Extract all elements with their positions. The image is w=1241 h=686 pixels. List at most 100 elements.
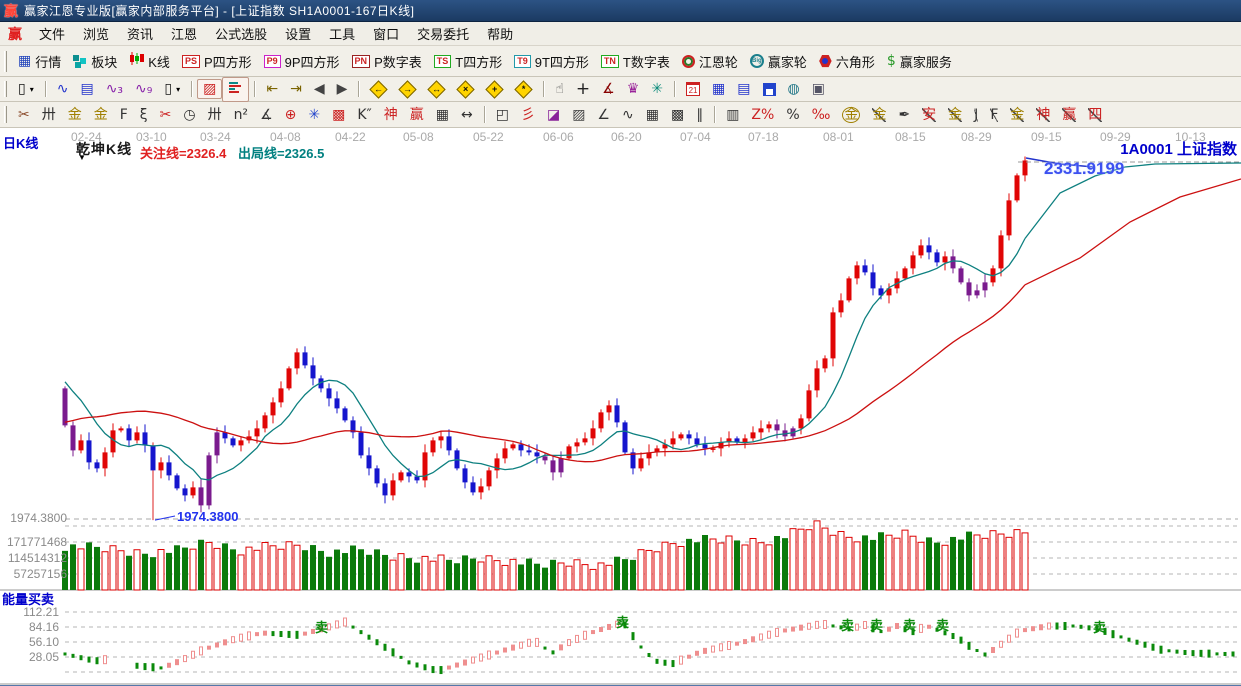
kline-chart-canvas[interactable] bbox=[0, 128, 1241, 686]
menu-item-window[interactable]: 窗口 bbox=[364, 22, 408, 45]
an-angle-tool-button[interactable]: 安 bbox=[916, 105, 942, 125]
gold-circle-tool-button[interactable]: 金 bbox=[836, 104, 866, 126]
t-square-button[interactable]: TST四方形 bbox=[428, 49, 508, 74]
gann-arrow-all-button[interactable]: * bbox=[509, 80, 538, 99]
speed-fan-tool-button[interactable]: ◪ bbox=[541, 105, 566, 125]
p-number-table-button[interactable]: PNP数字表 bbox=[346, 49, 428, 74]
gann-arrow-cross-button[interactable]: × bbox=[451, 80, 480, 99]
calendar-tool-button[interactable]: 21 bbox=[680, 79, 706, 99]
menu-item-gann[interactable]: 江恩 bbox=[162, 22, 206, 45]
wave-3-button[interactable]: ∿₃ bbox=[100, 79, 129, 99]
trend-angle-tool-button[interactable]: ∠ bbox=[591, 105, 616, 125]
workstation-tool-button[interactable]: ▣ bbox=[806, 79, 831, 99]
last-page-button[interactable]: ⇥ bbox=[284, 79, 308, 99]
star-rays-tool-button[interactable]: ✳ bbox=[302, 105, 326, 125]
width-measure-tool-button[interactable]: ↔ bbox=[455, 105, 479, 125]
network-tool-button[interactable]: ◍ bbox=[782, 79, 806, 99]
gold-angle-2-tool-button[interactable]: 金 bbox=[1004, 105, 1030, 125]
square-grid-2-tool-button[interactable]: ▩ bbox=[665, 105, 690, 125]
prev-page-button[interactable]: ◀ bbox=[308, 79, 331, 99]
shen-angle-tool-button[interactable]: 神 bbox=[1030, 105, 1056, 125]
child-window-icon[interactable]: 赢 bbox=[8, 24, 22, 44]
menu-item-settings[interactable]: 设置 bbox=[276, 22, 320, 45]
gold-grid-2-tool-button[interactable]: 金 bbox=[88, 105, 114, 125]
menu-item-formula-select[interactable]: 公式选股 bbox=[206, 22, 276, 45]
info-panel-button[interactable]: ▤ bbox=[74, 79, 99, 99]
menu-item-tools[interactable]: 工具 bbox=[320, 22, 364, 45]
ying-grid-tool-button[interactable]: 赢 bbox=[404, 105, 430, 125]
gold-line-tool-button[interactable]: 金 bbox=[866, 105, 892, 125]
j-angle-tool-button[interactable]: J bbox=[968, 105, 984, 125]
sectors-button[interactable]: 板块 bbox=[67, 49, 123, 74]
t-number-table-button[interactable]: TNT数字表 bbox=[595, 49, 676, 74]
gann-wheel-button[interactable]: 江恩轮 bbox=[676, 49, 744, 74]
shen-grid-tool-button[interactable]: 神 bbox=[378, 105, 404, 125]
winner-wheel-button[interactable]: Big赢家轮 bbox=[744, 49, 813, 74]
distribution-histogram-button[interactable] bbox=[222, 77, 249, 102]
gold-grid-tool-button[interactable]: 金 bbox=[62, 105, 88, 125]
crosshair-tool-button[interactable]: + bbox=[570, 79, 596, 99]
chart-area[interactable]: 02-2403-1003-2404-0804-2205-0805-2206-06… bbox=[0, 128, 1241, 686]
candle-style-button[interactable]: ▯▾ bbox=[158, 79, 186, 99]
red-knife-tool-button[interactable]: ✂ bbox=[154, 105, 178, 125]
notes-tool-button[interactable]: ▤ bbox=[731, 79, 756, 99]
red-pattern-icon: ▨ bbox=[203, 82, 216, 96]
square-of-n-tool-button[interactable]: n² bbox=[228, 105, 255, 125]
red-pattern-button[interactable]: ▨ bbox=[197, 79, 222, 99]
f-angle-tool-button[interactable]: F bbox=[984, 105, 1004, 125]
gann-arrow-lr-button[interactable]: ↔ bbox=[422, 80, 451, 99]
fib-grid-tool-button[interactable]: F bbox=[114, 105, 134, 125]
k-notation-tool-button[interactable]: K″ bbox=[351, 105, 377, 125]
wave-9-button[interactable]: ∿₉ bbox=[129, 79, 158, 99]
parallel-lines-tool-button[interactable]: ∥ bbox=[690, 105, 709, 125]
pattern-star-tool-button[interactable]: ✳ bbox=[645, 79, 669, 99]
resistance-fan-tool-button[interactable]: ▨ bbox=[566, 105, 591, 125]
spiral-tool-button[interactable]: ξ bbox=[134, 105, 154, 125]
menu-item-help[interactable]: 帮助 bbox=[478, 22, 522, 45]
percent-tool-button[interactable]: % bbox=[780, 105, 805, 125]
square-grid-tool-button[interactable]: ▦ bbox=[640, 105, 665, 125]
hand-tool-button[interactable]: ☝ bbox=[549, 79, 570, 99]
compass-knife-tool-button[interactable]: ✂ bbox=[12, 105, 36, 125]
ink-pen-tool-button[interactable]: ✒ bbox=[892, 105, 916, 125]
save-tool-button[interactable] bbox=[757, 80, 782, 99]
box-corner-tool-button[interactable]: ◰ bbox=[490, 105, 515, 125]
gann-arrow-plus-button[interactable]: + bbox=[480, 80, 509, 99]
chevron-down-icon[interactable]: ▼ bbox=[78, 153, 86, 162]
hexagon-button[interactable]: 六角形 bbox=[813, 49, 881, 74]
kline-style-dropdown-button[interactable]: ▯▾ bbox=[12, 79, 40, 99]
price-grid-tool-button[interactable]: ▦ bbox=[430, 105, 455, 125]
9p-square-button[interactable]: P99P四方形 bbox=[258, 49, 346, 74]
menu-item-browse[interactable]: 浏览 bbox=[74, 22, 118, 45]
winner-service-button[interactable]: $赢家服务 bbox=[881, 49, 958, 74]
angle-measure-tool-button[interactable]: ∡ bbox=[596, 79, 621, 99]
scale-bars-tool-button[interactable]: ▥ bbox=[720, 105, 745, 125]
menu-item-trade-order[interactable]: 交易委托 bbox=[408, 22, 478, 45]
fan-lines-tool-button[interactable]: 彡 bbox=[515, 105, 541, 125]
ying-angle-tool-button[interactable]: 赢 bbox=[1056, 105, 1082, 125]
grid-lines-tool-button[interactable]: 卅 bbox=[36, 105, 62, 125]
menu-item-file[interactable]: 文件 bbox=[30, 22, 74, 45]
first-page-button[interactable]: ⇤ bbox=[260, 79, 284, 99]
9t-square-button[interactable]: T99T四方形 bbox=[508, 49, 595, 74]
zigzag-wave-tool-button[interactable]: ∿ bbox=[616, 105, 640, 125]
gold-angle-tool-button[interactable]: 金 bbox=[942, 105, 968, 125]
emperor-tool-button[interactable]: ♛ bbox=[621, 79, 646, 99]
four-angle-tool-button[interactable]: 四 bbox=[1082, 105, 1108, 125]
calculator-tool-button[interactable]: ▦ bbox=[706, 79, 731, 99]
gann-circle-tool-button[interactable]: ⊕ bbox=[279, 105, 303, 125]
chan-pattern-button[interactable]: ∿ bbox=[51, 79, 75, 99]
percent-z-tool-button[interactable]: Z% bbox=[745, 105, 780, 125]
angle-slash-tool-button[interactable]: ∡ bbox=[254, 105, 279, 125]
kline-button[interactable]: K线 bbox=[123, 48, 176, 74]
menu-item-news[interactable]: 资讯 bbox=[118, 22, 162, 45]
p-square-button[interactable]: PSP四方形 bbox=[176, 49, 258, 74]
next-page-button[interactable]: ▶ bbox=[331, 79, 354, 99]
gann-arrow-right-button[interactable]: → bbox=[393, 80, 422, 99]
grid-lines-2-tool-button[interactable]: 卅 bbox=[202, 105, 228, 125]
market-quotes-button[interactable]: ▦行情 bbox=[12, 49, 67, 74]
gann-box-tool-button[interactable]: ▩ bbox=[326, 105, 351, 125]
gann-arrow-left-button[interactable]: ← bbox=[364, 80, 393, 99]
time-cycle-tool-button[interactable]: ◷ bbox=[177, 105, 201, 125]
permille-tool-button[interactable]: ‰ bbox=[806, 105, 837, 125]
